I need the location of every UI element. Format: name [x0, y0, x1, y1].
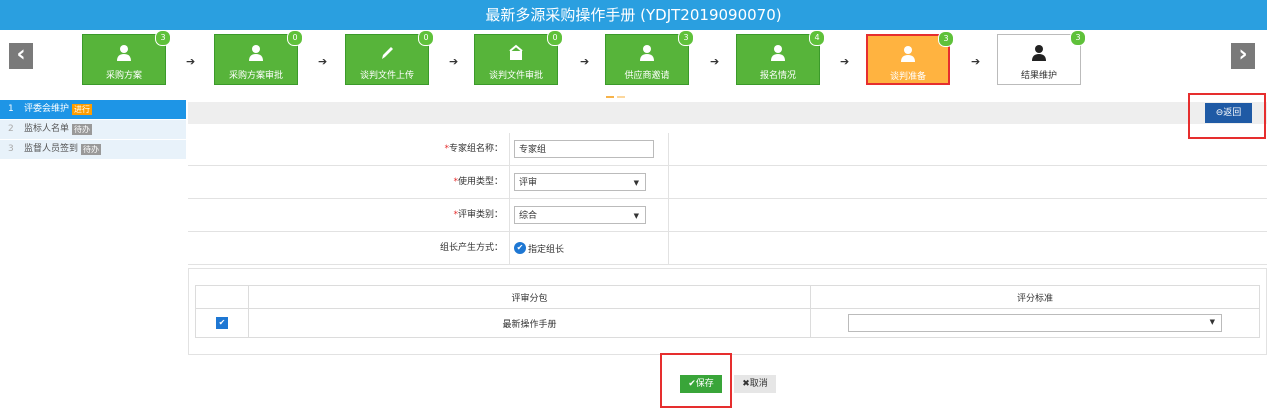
step-purchase-plan[interactable]: 采购方案 3 — [82, 30, 171, 85]
prev-arrow-button[interactable]: ‹ — [9, 43, 33, 69]
step-badge: 0 — [547, 30, 563, 46]
caret-down-icon: ▼ — [1209, 318, 1215, 326]
step-arrow-icon: ➔ — [186, 55, 196, 68]
user-icon — [771, 45, 785, 61]
sidebar: 1 评委会维护 进行 2 监标人名单 待办 3 监督人员签到 待办 — [0, 100, 186, 160]
status-badge: 待办 — [81, 144, 102, 155]
leader-method-radio[interactable]: ✔ 指定组长 — [514, 242, 564, 255]
step-supplier-invite[interactable]: 供应商邀请 3 — [605, 30, 694, 85]
user-icon — [249, 45, 263, 61]
sidebar-item-committee[interactable]: 1 评委会维护 进行 — [0, 100, 186, 120]
step-negotiation-prep[interactable]: 谈判准备 3 — [866, 31, 954, 85]
step-arrow-icon: ➔ — [971, 55, 981, 68]
group-name-label: 专家组名称： — [448, 144, 503, 154]
page-title: 最新多源采购操作手册 (YDJT2019090070) — [0, 0, 1267, 30]
caret-down-icon: ▼ — [633, 179, 639, 187]
col-package: 评审分包 — [249, 286, 811, 308]
caret-down-icon: ▼ — [633, 212, 639, 220]
step-arrow-icon: ➔ — [449, 55, 459, 68]
review-category-select[interactable]: 综合 ▼ — [514, 206, 646, 224]
pencil-icon — [382, 47, 393, 59]
next-arrow-button[interactable]: › — [1231, 43, 1255, 69]
form-row: *使用类型： 评审 ▼ — [188, 166, 1267, 199]
stamp-icon — [509, 44, 523, 60]
col-standard: 评分标准 — [1016, 293, 1053, 304]
table-row: ✔ 最新操作手册 ▼ — [196, 309, 1259, 337]
step-arrow-icon: ➔ — [710, 55, 720, 68]
cancel-button[interactable]: ✖取消 — [734, 375, 776, 393]
carousel-dots — [606, 87, 628, 101]
step-plan-approval[interactable]: 采购方案审批 0 — [214, 30, 303, 85]
status-badge: 待办 — [72, 124, 93, 135]
user-icon — [1032, 45, 1046, 61]
step-doc-upload[interactable]: 谈判文件上传 0 — [345, 30, 434, 85]
user-icon — [901, 46, 915, 62]
user-icon — [640, 45, 654, 61]
step-badge: 0 — [287, 30, 303, 46]
step-doc-approval[interactable]: 谈判文件审批 0 — [474, 30, 563, 85]
leader-method-label: 组长产生方式： — [188, 232, 510, 264]
row-checkbox[interactable]: ✔ — [216, 317, 228, 329]
form-row: *专家组名称： 专家组 — [188, 133, 1267, 166]
step-registration[interactable]: 报名情况 4 — [736, 30, 825, 85]
use-type-label: 使用类型： — [457, 177, 503, 187]
sidebar-item-supervisor-signin[interactable]: 3 监督人员签到 待办 — [0, 140, 186, 160]
step-badge: 3 — [678, 30, 694, 46]
step-badge: 0 — [418, 30, 434, 46]
group-name-input[interactable]: 专家组 — [514, 140, 654, 158]
status-badge: 进行 — [72, 104, 93, 115]
table-header: 评审分包 评分标准 — [196, 286, 1259, 309]
step-badge: 3 — [938, 31, 954, 47]
step-bar: ‹ 采购方案 3 ➔ 采购方案审批 0 ➔ 谈判文件上传 0 ➔ 谈判文件审批 … — [0, 30, 1267, 98]
step-badge: 3 — [1070, 30, 1086, 46]
toolbar — [188, 102, 1267, 124]
review-category-label: 评审类别： — [457, 210, 503, 220]
step-badge: 3 — [155, 30, 171, 46]
standard-select[interactable]: ▼ — [848, 314, 1222, 332]
step-arrow-icon: ➔ — [318, 55, 328, 68]
step-arrow-icon: ➔ — [580, 55, 590, 68]
sidebar-item-supervisor-list[interactable]: 2 监标人名单 待办 — [0, 120, 186, 140]
committee-form: *专家组名称： 专家组 *使用类型： 评审 ▼ *评审类别： 综合 ▼ 组长产生方式… — [188, 133, 1267, 265]
step-result-maintenance[interactable]: 结果维护 3 — [997, 30, 1086, 85]
step-arrow-icon: ➔ — [840, 55, 850, 68]
package-table: 评审分包 评分标准 ✔ 最新操作手册 ▼ — [195, 285, 1260, 338]
form-row: *评审类别： 综合 ▼ — [188, 199, 1267, 232]
user-icon — [117, 45, 131, 61]
use-type-select[interactable]: 评审 ▼ — [514, 173, 646, 191]
step-badge: 4 — [809, 30, 825, 46]
check-icon: ✔ — [514, 242, 526, 254]
form-row: 组长产生方式： ✔ 指定组长 — [188, 232, 1267, 265]
package-name: 最新操作手册 — [249, 309, 811, 337]
highlight-box — [660, 353, 732, 408]
